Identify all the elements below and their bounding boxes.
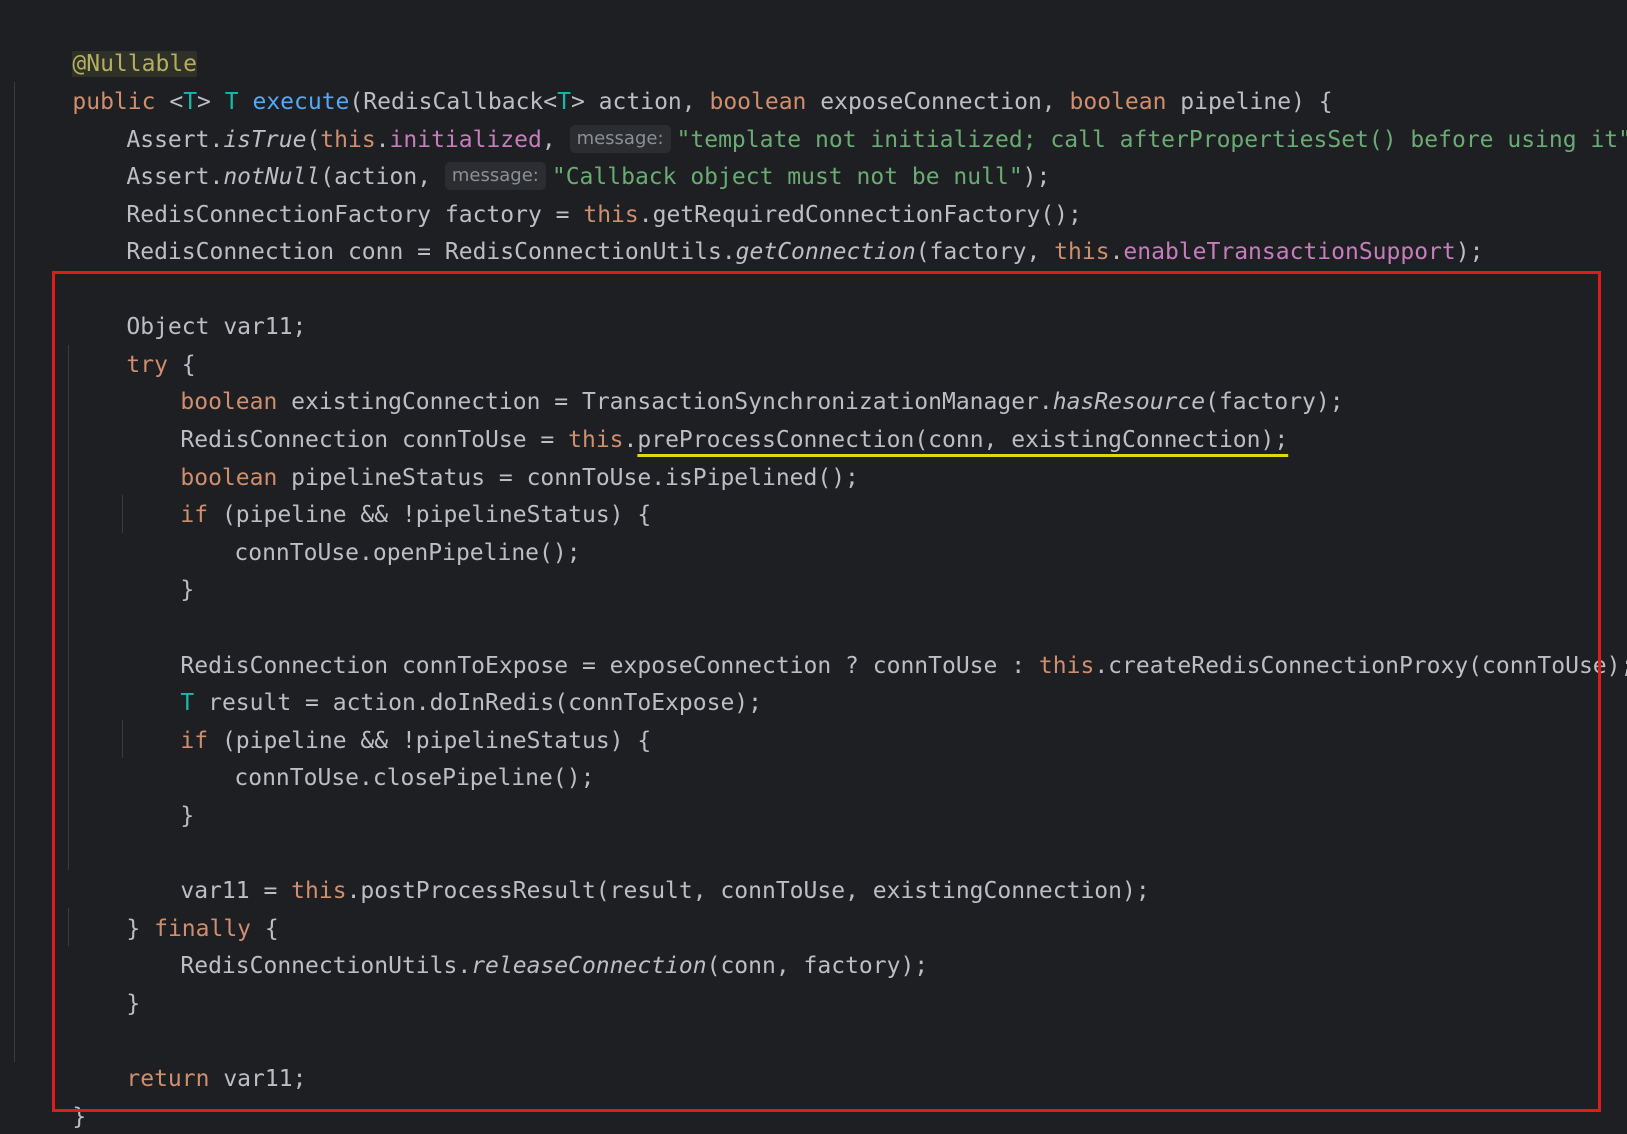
keyword-this: this: [1054, 239, 1110, 265]
code-line-assert-notnull[interactable]: Assert.notNull(action, message: "Callback…: [71, 119, 1050, 190]
code-line-conn[interactable]: RedisConnection conn = RedisConnectionUt…: [71, 194, 1483, 265]
code-line-factory[interactable]: RedisConnectionFactory factory = this.ge…: [71, 157, 1081, 228]
code-token: );: [1455, 239, 1484, 265]
code-token: (factory,: [915, 239, 1055, 265]
highlight-box: [52, 271, 1601, 1112]
code-token: .: [1109, 239, 1124, 265]
code-line-method-signature[interactable]: public <T> T execute(RedisCallback<T> ac…: [17, 44, 1332, 115]
code-token: RedisConnection conn = RedisConnectionUt…: [126, 239, 736, 265]
field-enable-transaction-support[interactable]: enableTransactionSupport: [1123, 239, 1455, 265]
code-line-assert-istrue[interactable]: Assert.isTrue(this.initialized, message:…: [71, 82, 1627, 153]
method-call-getconnection[interactable]: getConnection: [736, 239, 916, 265]
code-line-annotation[interactable]: @Nullable: [17, 6, 198, 77]
indent-guide-method: [14, 82, 15, 1062]
code-editor[interactable]: @Nullable public <T> T execute(RedisCall…: [0, 0, 1627, 1134]
